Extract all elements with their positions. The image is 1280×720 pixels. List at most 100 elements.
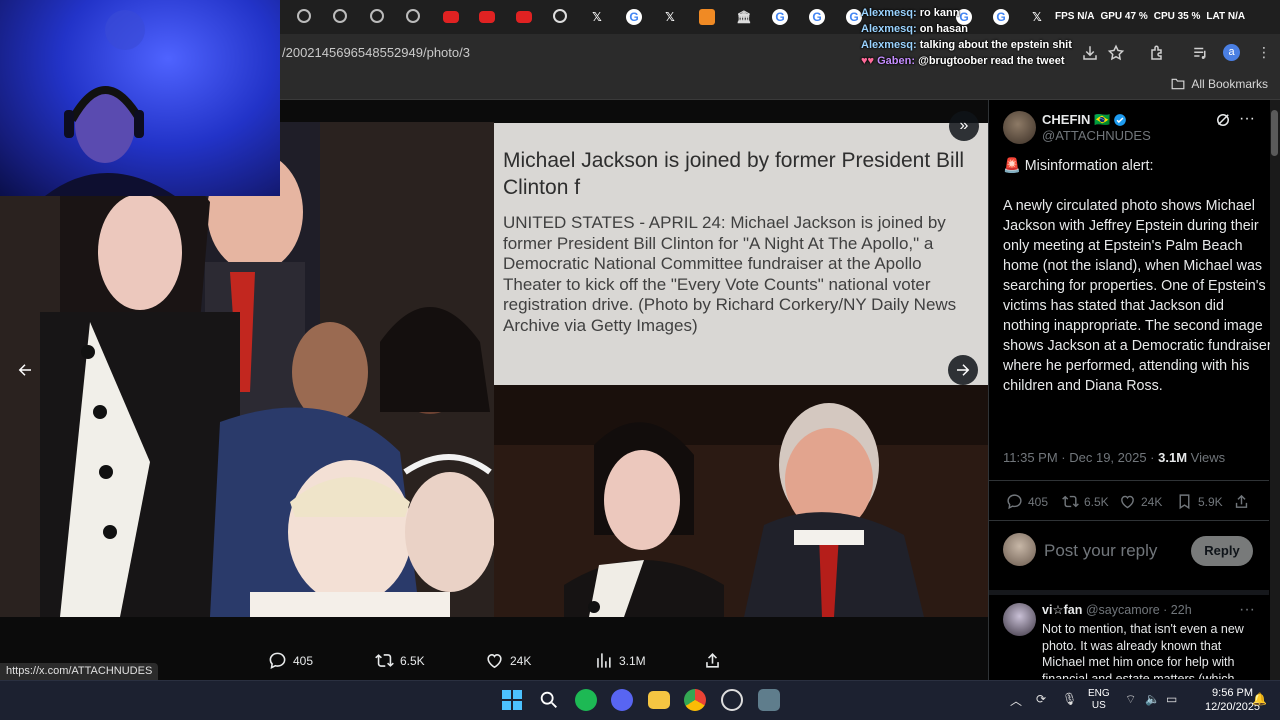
obs-app-icon[interactable] [721,689,743,711]
panel-scrollbar[interactable] [1270,100,1280,680]
reply-submit-button[interactable]: Reply [1191,536,1253,566]
photo-left-image [0,122,494,617]
bank-tab-icon[interactable]: 🏛 [736,9,752,25]
tray-overflow-button[interactable]: ︿ [1010,692,1022,709]
battery-icon[interactable]: ▭ [1166,692,1177,706]
tweet-like-button[interactable]: 24K [1119,493,1162,510]
verified-badge-icon [1114,114,1127,126]
app-tab-icon[interactable] [699,9,715,25]
google-tab-icon[interactable]: G [846,9,862,25]
share-icon [706,653,719,668]
tweet-reply-count: 405 [1028,494,1049,509]
media-views-button[interactable]: 3.1M [594,651,646,670]
next-photo-button[interactable] [948,355,978,385]
media-share-button[interactable] [703,651,722,670]
tweet-body: A newly circulated photo shows Michael J… [1003,198,1272,394]
youtube-tab-icon[interactable] [443,11,459,23]
stat-label: CPU [1153,11,1175,22]
stat-label: GPU [1100,11,1123,22]
author-avatar[interactable] [1003,111,1036,144]
collapse-panel-button[interactable]: » [949,111,979,141]
discord-app-icon[interactable] [611,689,633,711]
file-explorer-icon[interactable] [648,691,670,709]
stat: LAT N/A [1206,11,1245,22]
search-button[interactable] [538,689,560,711]
all-bookmarks-button[interactable]: All Bookmarks [1171,77,1268,91]
globe-tab-icon[interactable] [370,9,384,23]
author-handle[interactable]: @ATTACHNUDES [1042,128,1151,143]
reply-input[interactable]: Post your reply [1044,541,1157,561]
current-user-avatar [1003,533,1036,566]
all-bookmarks-label: All Bookmarks [1191,77,1268,91]
grok-button[interactable] [1214,111,1232,134]
reply-text: Not to mention, that isn't even a new ph… [1042,622,1244,679]
browser-menu-button[interactable]: ⋮ [1255,44,1273,62]
extensions-button[interactable] [1149,44,1167,62]
reply-author[interactable]: vi☆fan @saycamore · 22h [1042,602,1192,617]
webcam-overlay [0,0,280,196]
volume-icon[interactable]: 🔈 [1145,692,1160,706]
bookmark-icon [1179,494,1190,510]
author-name-row[interactable]: CHEFIN 🇧🇷 [1042,112,1127,128]
google-tab-icon[interactable]: G [809,9,825,25]
caption-body: UNITED STATES - APRIL 24: Michael Jackso… [503,213,957,335]
chrome-app-icon[interactable] [684,689,706,711]
performance-stats-overlay: FPS N/A GPU 47 % CPU 35 % LAT N/A [1055,11,1245,22]
kebab-menu-icon: ⋮ [1257,44,1271,60]
microphone-icon[interactable]: 🎙 [1062,692,1077,706]
tweet-repost-count: 6.5K [1084,494,1109,509]
stat-value: N/A [1077,11,1095,22]
panel-scrollbar-thumb[interactable] [1271,110,1278,156]
chat-text: on hasan [919,23,968,35]
chat-message: ♥♥ Gaben: @brugtoober read the tweet [861,53,1111,69]
tweet-reply-button[interactable]: 405 [1006,493,1048,510]
spotify-app-icon[interactable] [575,689,597,711]
tweet-views-label: Views [1187,450,1226,465]
youtube-tab-icon[interactable] [479,11,495,23]
tweet-share-button[interactable] [1233,493,1250,510]
globe-tab-icon[interactable] [406,9,420,23]
folder-icon [1171,78,1185,90]
reply-author-name: vi☆fan [1042,603,1083,617]
media-reply-count: 405 [293,653,314,668]
chat-message: Alexmesq: talking about the epstein shit [861,37,1111,53]
wifi-icon[interactable]: ⌔ [1125,692,1136,707]
photo-left [0,122,494,617]
youtube-tab-icon[interactable] [516,11,532,23]
notifications-icon[interactable]: 🔔 [1252,692,1267,706]
input-language[interactable]: ENG US [1088,688,1110,712]
tweet-repost-button[interactable]: 6.5K [1062,493,1109,510]
chrome-tab-icon[interactable] [553,9,567,23]
caption-title: Michael Jackson is joined by former Pres… [503,149,965,199]
media-like-button[interactable]: 24K [485,651,531,670]
media-controls-button[interactable] [1192,44,1210,62]
more-options-button[interactable]: ··· [1239,110,1255,128]
media-reply-button[interactable]: 405 [268,651,313,670]
more-icon: ··· [1239,110,1255,127]
tweet-bookmark-button[interactable]: 5.9K [1176,493,1223,510]
profile-avatar[interactable]: a [1223,44,1240,61]
globe-tab-icon[interactable] [297,9,311,23]
previous-photo-button[interactable] [10,355,40,385]
x-tab-icon[interactable]: 𝕏 [589,9,605,25]
globe-tab-icon[interactable] [333,9,347,23]
google-tab-icon[interactable]: G [626,9,642,25]
reply-author-avatar[interactable] [1003,603,1036,636]
media-repost-button[interactable]: 6.5K [375,651,425,670]
start-button[interactable] [501,689,523,711]
music-queue-icon [1194,47,1206,59]
share-icon [1235,494,1248,508]
tweet-timestamp[interactable]: 11:35 PM · Dec 19, 2025 · [1003,450,1158,465]
x-tab-icon[interactable]: 𝕏 [662,9,678,25]
app-icon[interactable] [758,689,780,711]
tray-sync-icon[interactable]: ⟳ [1036,692,1046,706]
media-repost-count: 6.5K [400,653,425,668]
windows-logo-icon [502,690,522,710]
google-tab-icon[interactable]: G [772,9,788,25]
chat-user: Alexmesq: [861,39,917,51]
url-field[interactable]: /2002145696548552949/photo/3 [282,45,470,60]
arrow-right-icon [957,364,970,376]
media-views-count: 3.1M [619,653,646,668]
tweet-like-count: 24K [1141,494,1163,509]
reply-more-button[interactable]: ··· [1239,601,1255,619]
